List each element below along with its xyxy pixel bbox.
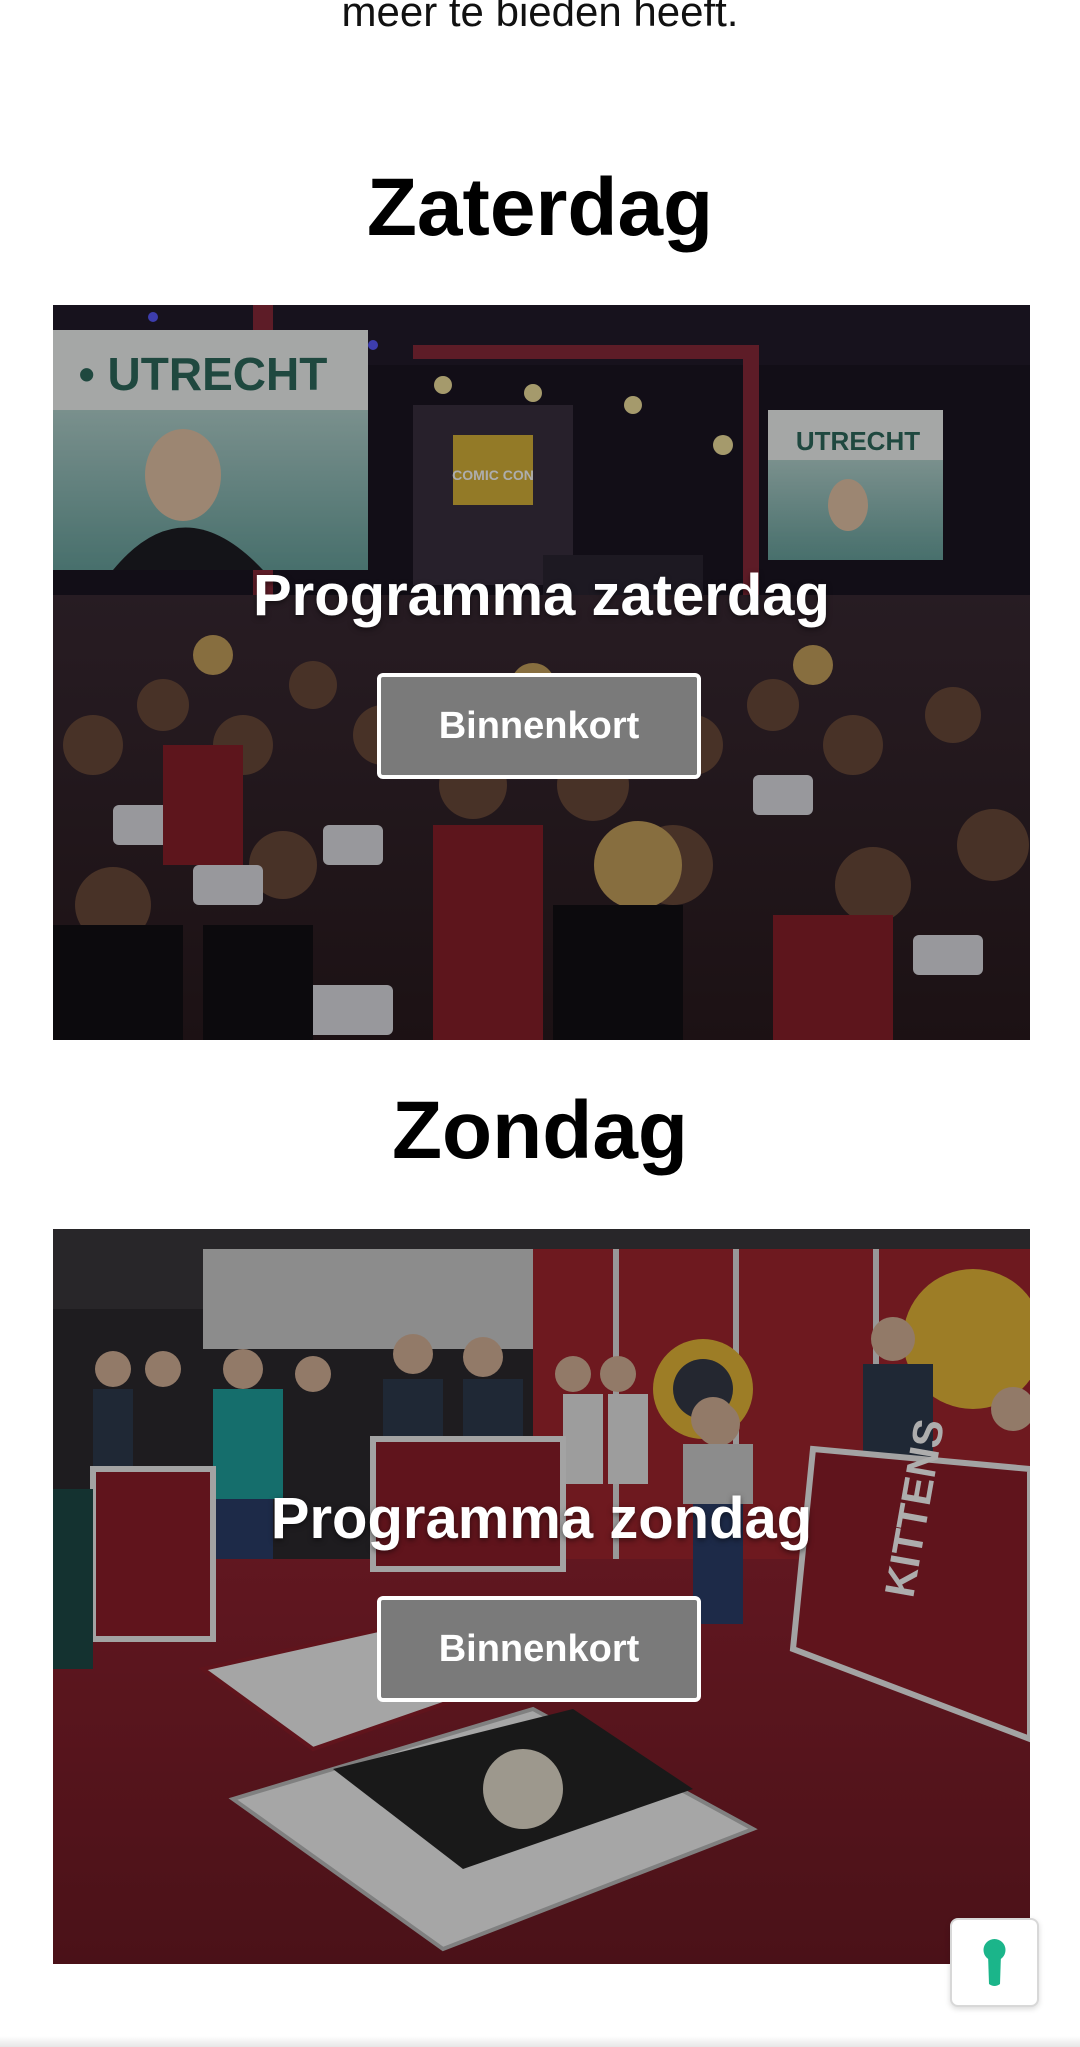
saturday-program-card: • UTRECHT UTRECHT COMIC CON Programma za… bbox=[53, 305, 1030, 1040]
saturday-binnenkort-button[interactable]: Binnenkort bbox=[377, 673, 701, 779]
keyhole-icon bbox=[983, 1939, 1006, 1986]
saturday-card-title: Programma zaterdag bbox=[253, 563, 830, 628]
intro-text: meer te bieden heeft. bbox=[341, 0, 739, 35]
saturday-heading: Zaterdag bbox=[366, 162, 714, 253]
sunday-heading: Zondag bbox=[391, 1085, 689, 1176]
sunday-binnenkort-button[interactable]: Binnenkort bbox=[377, 1596, 701, 1702]
accessibility-widget-button[interactable] bbox=[950, 1918, 1039, 2007]
page: meer te bieden heeft. Zaterdag • UTRECHT… bbox=[0, 0, 1080, 2047]
bottom-edge-shadow bbox=[0, 2036, 1080, 2047]
sunday-card-title: Programma zondag bbox=[270, 1486, 813, 1551]
sunday-program-card: KITTENS Programma zondag Binnenkort bbox=[53, 1229, 1030, 1964]
